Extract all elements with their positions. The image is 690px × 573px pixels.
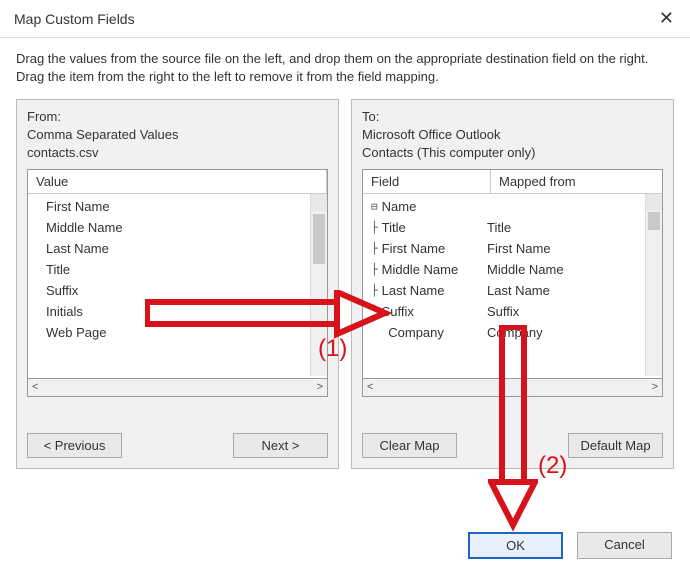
- close-button[interactable]: ✕: [651, 6, 682, 31]
- list-item[interactable]: Last Name: [28, 238, 327, 259]
- dialog-footer: OK Cancel: [468, 532, 672, 559]
- cancel-button[interactable]: Cancel: [577, 532, 672, 559]
- scroll-left-icon: <: [367, 381, 373, 393]
- list-item[interactable]: First Name: [28, 196, 327, 217]
- list-item[interactable]: Middle Name: [28, 217, 327, 238]
- tree-item[interactable]: ├Title Title: [363, 217, 662, 238]
- title-bar: Map Custom Fields ✕: [0, 0, 690, 38]
- to-horizontal-scrollbar[interactable]: < >: [362, 379, 663, 397]
- list-item[interactable]: Suffix: [28, 280, 327, 301]
- tree-branch-icon: ├: [371, 263, 378, 276]
- clear-map-button[interactable]: Clear Map: [362, 433, 457, 458]
- tree-item[interactable]: ├Last Name Last Name: [363, 280, 662, 301]
- next-button[interactable]: Next >: [233, 433, 328, 458]
- list-item[interactable]: Web Page: [28, 322, 327, 343]
- previous-button[interactable]: < Previous: [27, 433, 122, 458]
- from-label: From:: [27, 108, 328, 126]
- from-source-type: Comma Separated Values: [27, 126, 328, 144]
- to-list[interactable]: Field Mapped from ⊟Name ├Title Title ├Fi…: [362, 169, 663, 379]
- collapse-icon[interactable]: ⊟: [371, 200, 378, 213]
- from-horizontal-scrollbar[interactable]: < >: [27, 379, 328, 397]
- tree-branch-icon: [371, 326, 384, 339]
- ok-button[interactable]: OK: [468, 532, 563, 559]
- to-header: To: Microsoft Office Outlook Contacts (T…: [362, 108, 663, 163]
- to-list-header: Field Mapped from: [363, 170, 662, 194]
- list-item[interactable]: Title: [28, 259, 327, 280]
- panels-container: From: Comma Separated Values contacts.cs…: [0, 95, 690, 469]
- to-target-folder: Contacts (This computer only): [362, 144, 663, 162]
- from-list[interactable]: Value First Name Middle Name Last Name T…: [27, 169, 328, 379]
- tree-item[interactable]: ├First Name First Name: [363, 238, 662, 259]
- tree-root[interactable]: ⊟Name: [363, 196, 662, 217]
- to-col-field[interactable]: Field: [363, 170, 491, 193]
- tree-branch-icon: ├: [371, 221, 378, 234]
- from-filename: contacts.csv: [27, 144, 328, 162]
- scroll-right-icon: >: [652, 381, 658, 393]
- scroll-left-icon: <: [32, 381, 38, 393]
- instructions-text: Drag the values from the source file on …: [0, 38, 690, 95]
- tree-branch-icon: ├: [371, 284, 378, 297]
- from-list-header: Value: [28, 170, 327, 194]
- window-title: Map Custom Fields: [14, 11, 135, 27]
- tree-branch-icon: ├: [371, 242, 378, 255]
- to-label: To:: [362, 108, 663, 126]
- from-header: From: Comma Separated Values contacts.cs…: [27, 108, 328, 163]
- to-vertical-scrollbar[interactable]: [645, 194, 662, 376]
- tree-item[interactable]: Company Company: [363, 322, 662, 343]
- tree-item[interactable]: └Suffix Suffix: [363, 301, 662, 322]
- scroll-right-icon: >: [317, 381, 323, 393]
- from-panel: From: Comma Separated Values contacts.cs…: [16, 99, 339, 469]
- from-list-body[interactable]: First Name Middle Name Last Name Title S…: [28, 194, 327, 376]
- from-col-value[interactable]: Value: [28, 170, 327, 193]
- from-vertical-scrollbar[interactable]: [310, 194, 327, 376]
- to-panel: To: Microsoft Office Outlook Contacts (T…: [351, 99, 674, 469]
- tree-item[interactable]: ├Middle Name Middle Name: [363, 259, 662, 280]
- default-map-button[interactable]: Default Map: [568, 433, 663, 458]
- list-item[interactable]: Initials: [28, 301, 327, 322]
- tree-branch-icon: └: [371, 305, 378, 318]
- to-target-app: Microsoft Office Outlook: [362, 126, 663, 144]
- to-col-mapped[interactable]: Mapped from: [491, 170, 603, 193]
- to-list-body[interactable]: ⊟Name ├Title Title ├First Name First Nam…: [363, 194, 662, 376]
